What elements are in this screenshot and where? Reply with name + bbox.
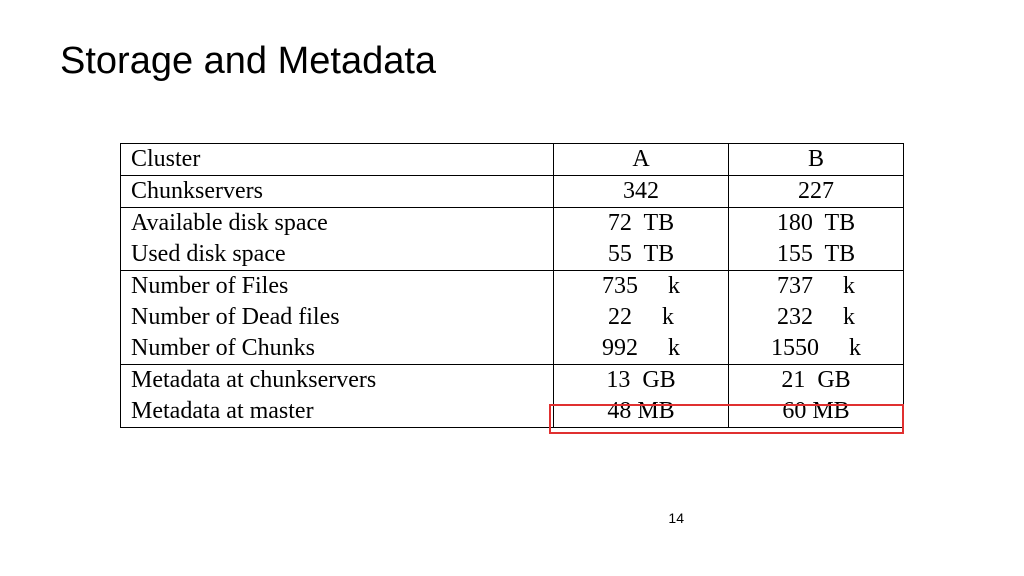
page-title: Storage and Metadata xyxy=(60,40,964,83)
table-row: Number of Chunks 992 k 1550 k xyxy=(121,333,904,365)
cell-b: 60 MB xyxy=(729,396,904,428)
row-label: Available disk space xyxy=(121,208,554,240)
cell-a: 735 k xyxy=(554,271,729,303)
row-label: Number of Dead files xyxy=(121,302,554,333)
table-row: Used disk space 55 TB 155 TB xyxy=(121,239,904,271)
col-a: A xyxy=(554,144,729,176)
cell-a: 992 k xyxy=(554,333,729,365)
cell-b: 1550 k xyxy=(729,333,904,365)
row-label: Metadata at chunkservers xyxy=(121,365,554,397)
table-row: Metadata at chunkservers 13 GB 21 GB xyxy=(121,365,904,397)
cell-b: 180 TB xyxy=(729,208,904,240)
cell-a: 22 k xyxy=(554,302,729,333)
cell-b: 21 GB xyxy=(729,365,904,397)
cell-a: 13 GB xyxy=(554,365,729,397)
data-table-container: Cluster A B Chunkservers 342 227 Availab… xyxy=(120,143,904,428)
table-row: Available disk space 72 TB 180 TB xyxy=(121,208,904,240)
table-row: Number of Files 735 k 737 k xyxy=(121,271,904,303)
cell-a: 48 MB xyxy=(554,396,729,428)
cell-a: 342 xyxy=(554,176,729,208)
cell-b: 227 xyxy=(729,176,904,208)
row-label: Used disk space xyxy=(121,239,554,271)
col-cluster: Cluster xyxy=(121,144,554,176)
storage-table: Cluster A B Chunkservers 342 227 Availab… xyxy=(120,143,904,428)
cell-b: 737 k xyxy=(729,271,904,303)
row-label: Number of Chunks xyxy=(121,333,554,365)
cell-a: 72 TB xyxy=(554,208,729,240)
cell-b: 155 TB xyxy=(729,239,904,271)
table-row: Chunkservers 342 227 xyxy=(121,176,904,208)
table-header-row: Cluster A B xyxy=(121,144,904,176)
cell-a: 55 TB xyxy=(554,239,729,271)
row-label: Metadata at master xyxy=(121,396,554,428)
cell-b: 232 k xyxy=(729,302,904,333)
table-row: Metadata at master 48 MB 60 MB xyxy=(121,396,904,428)
row-label: Chunkservers xyxy=(121,176,554,208)
row-label: Number of Files xyxy=(121,271,554,303)
page-number: 14 xyxy=(668,510,684,526)
col-b: B xyxy=(729,144,904,176)
table-row: Number of Dead files 22 k 232 k xyxy=(121,302,904,333)
